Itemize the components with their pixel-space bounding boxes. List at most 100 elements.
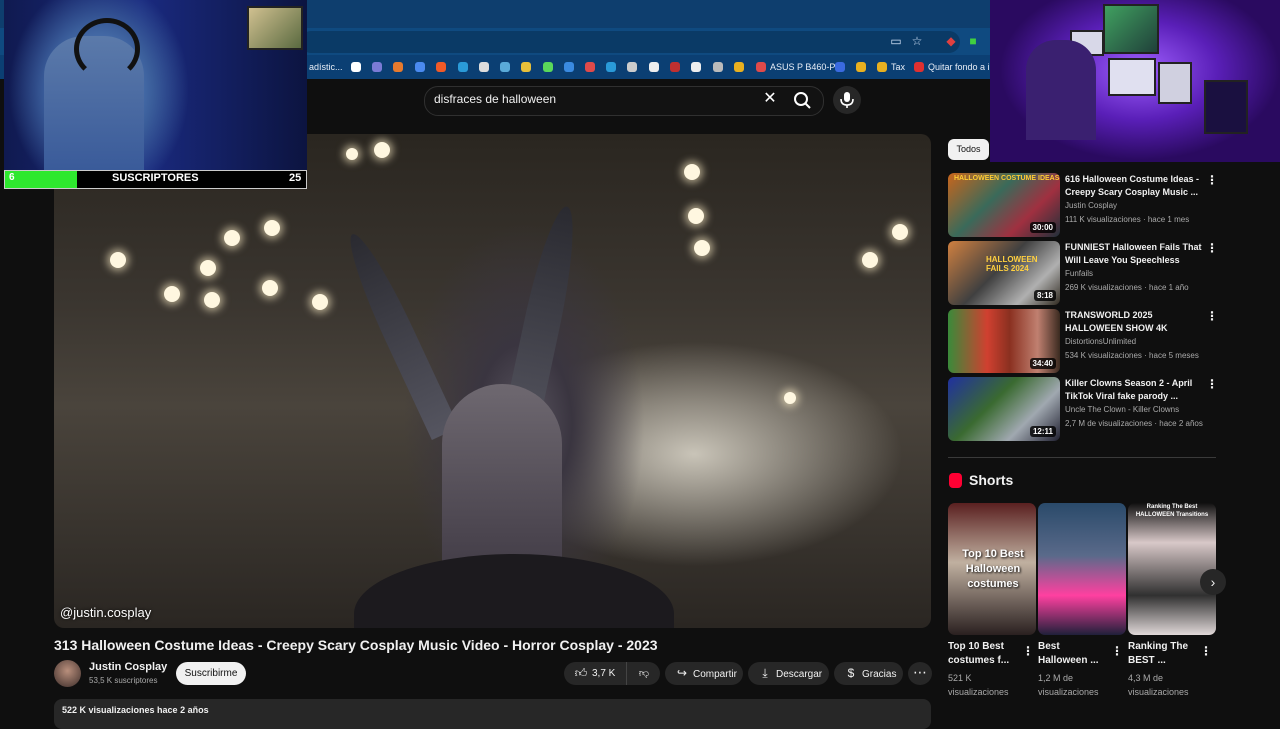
recommended-meta: 269 K visualizaciones · hace 1 año <box>1065 283 1189 292</box>
room-camera-overlay <box>990 0 1280 162</box>
more-vertical-icon[interactable]: ⋮ <box>1111 644 1123 658</box>
bookmark-item[interactable]: ASUS P B460-P <box>770 59 835 75</box>
address-bar[interactable] <box>300 31 960 53</box>
recommended-video[interactable]: 12:11 Killer Clowns Season 2 - April Tik… <box>948 377 1218 441</box>
bookmark-icon[interactable] <box>670 62 680 72</box>
more-actions-button[interactable]: ⋯ <box>908 662 932 685</box>
bookmark-icon[interactable] <box>500 62 510 72</box>
recommended-title[interactable]: FUNNIEST Halloween Fails That Will Leave… <box>1065 241 1205 267</box>
bookmark-icon[interactable] <box>585 62 595 72</box>
webcam-overlay <box>4 0 307 170</box>
short-title[interactable]: Best Halloween ... <box>1038 640 1110 668</box>
more-vertical-icon[interactable]: ⋮ <box>1206 377 1218 391</box>
short-thumbnail[interactable]: Top 10 Best Halloween costumes <box>948 503 1036 635</box>
bookmark-icon[interactable] <box>458 62 468 72</box>
recommended-channel[interactable]: Justin Cosplay <box>1065 201 1117 210</box>
ceiling-light <box>224 230 240 246</box>
short-thumbnail[interactable]: Ranking The Best HALLOWEEN Transitions <box>1128 503 1216 635</box>
bookmark-item[interactable]: Tax <box>891 59 905 75</box>
bookmark-icon[interactable] <box>543 62 553 72</box>
ceiling-light <box>688 208 704 224</box>
binance-icon[interactable] <box>877 62 887 72</box>
short-title[interactable]: Top 10 Best costumes f... <box>948 640 1020 668</box>
download-button[interactable]: ⤓ Descargar <box>748 662 829 685</box>
share-button[interactable]: ↪ Compartir <box>665 662 743 685</box>
bookmark-icon[interactable] <box>521 62 531 72</box>
recommended-title[interactable]: TRANSWORLD 2025 HALLOWEEN SHOW 4K <box>1065 309 1205 335</box>
short-thumbnail[interactable] <box>1038 503 1126 635</box>
thanks-label: Gracias <box>862 669 897 680</box>
bookmark-icon[interactable] <box>372 62 382 72</box>
binance-icon[interactable] <box>856 62 866 72</box>
recommended-meta: 111 K visualizaciones · hace 1 mes <box>1065 215 1190 224</box>
clear-icon[interactable]: ✕ <box>762 90 778 108</box>
docs-icon[interactable] <box>415 62 425 72</box>
video-player[interactable]: @justin.cosplay <box>54 134 931 628</box>
recommended-video[interactable]: 34:40 TRANSWORLD 2025 HALLOWEEN SHOW 4K … <box>948 309 1218 373</box>
ceiling-light <box>264 220 280 236</box>
ceiling-light <box>862 252 878 268</box>
recommended-channel[interactable]: DistortionsUnlimited <box>1065 337 1136 346</box>
extension-icon[interactable]: ◆ <box>944 34 958 48</box>
google-icon[interactable] <box>351 62 361 72</box>
share-icon: ↪ <box>676 666 688 680</box>
more-vertical-icon[interactable]: ⋮ <box>1206 309 1218 323</box>
bookmark-item[interactable]: Quitar fondo a im <box>928 59 997 75</box>
more-vertical-icon[interactable]: ⋮ <box>1206 173 1218 187</box>
install-app-icon[interactable]: ▭ <box>889 34 903 48</box>
bookmark-star-icon[interactable]: ☆ <box>910 34 924 48</box>
bookmark-icon[interactable] <box>606 62 616 72</box>
ceiling-light <box>164 286 180 302</box>
more-vertical-icon[interactable]: ⋮ <box>1206 241 1218 255</box>
recommended-title[interactable]: 616 Halloween Costume Ideas - Creepy Sca… <box>1065 173 1205 199</box>
bookmark-icon[interactable] <box>835 62 845 72</box>
channel-name[interactable]: Justin Cosplay <box>89 661 167 673</box>
short-views: 4,3 M de visualizaciones <box>1128 673 1189 697</box>
info-icon[interactable] <box>479 62 489 72</box>
ceiling-light <box>312 294 328 310</box>
short-views: 1,2 M de visualizaciones <box>1038 673 1099 697</box>
video-thumbnail[interactable]: 12:11 <box>948 377 1060 441</box>
recommended-video[interactable]: HALLOWEEN FAILS 2024 8:18 FUNNIEST Hallo… <box>948 241 1218 305</box>
search-button[interactable] <box>786 86 822 116</box>
video-duration: 30:00 <box>1029 222 1056 233</box>
video-thumbnail[interactable]: HALLOWEEN COSTUME IDEAS 30:00 <box>948 173 1060 237</box>
asus-icon[interactable] <box>756 62 766 72</box>
ceiling-light <box>374 142 390 158</box>
bookmark-icon[interactable] <box>436 62 446 72</box>
recommended-channel[interactable]: Uncle The Clown - Killer Clowns <box>1065 405 1179 414</box>
k-icon[interactable] <box>564 62 574 72</box>
subscribe-button[interactable]: Suscribirme <box>176 662 246 685</box>
recommended-title[interactable]: Killer Clowns Season 2 - April TikTok Vi… <box>1065 377 1205 403</box>
channel-avatar[interactable] <box>54 660 81 687</box>
chip-all[interactable]: Todos <box>948 139 989 160</box>
bookmark-icon[interactable] <box>734 62 744 72</box>
thumbs-up-icon[interactable]: 👍︎ <box>574 662 588 685</box>
bookmark-item[interactable]: adístic... <box>309 59 343 75</box>
more-vertical-icon[interactable]: ⋮ <box>1200 644 1212 658</box>
recommended-video[interactable]: HALLOWEEN COSTUME IDEAS 30:00 616 Hallow… <box>948 173 1218 237</box>
ceiling-light <box>684 164 700 180</box>
recommended-channel[interactable]: Funfails <box>1065 269 1093 278</box>
extension-icon-2[interactable]: ■ <box>966 34 980 48</box>
video-thumbnail[interactable]: 34:40 <box>948 309 1060 373</box>
video-thumbnail[interactable]: HALLOWEEN FAILS 2024 8:18 <box>948 241 1060 305</box>
search-input[interactable]: disfraces de halloween <box>434 92 556 106</box>
github-icon[interactable] <box>649 62 659 72</box>
close-icon[interactable] <box>914 62 924 72</box>
short-title[interactable]: Ranking The BEST ... <box>1128 640 1200 668</box>
video-duration: 12:11 <box>1029 426 1056 437</box>
dislike-button[interactable]: 👎︎ <box>626 662 661 685</box>
bookmark-icon[interactable] <box>627 62 637 72</box>
chevron-right-icon[interactable]: › <box>1200 569 1226 595</box>
thanks-button[interactable]: $ Gracias <box>834 662 903 685</box>
bookmark-icon[interactable] <box>691 62 701 72</box>
microphone-icon <box>840 92 854 108</box>
bookmark-icon[interactable] <box>713 62 723 72</box>
like-count[interactable]: 3,7 K <box>592 662 615 685</box>
cosplayer-body <box>354 554 674 628</box>
more-vertical-icon[interactable]: ⋮ <box>1022 644 1034 658</box>
voice-search-button[interactable] <box>833 86 861 114</box>
bookmark-icon[interactable] <box>393 62 403 72</box>
costume-horn <box>338 227 460 441</box>
